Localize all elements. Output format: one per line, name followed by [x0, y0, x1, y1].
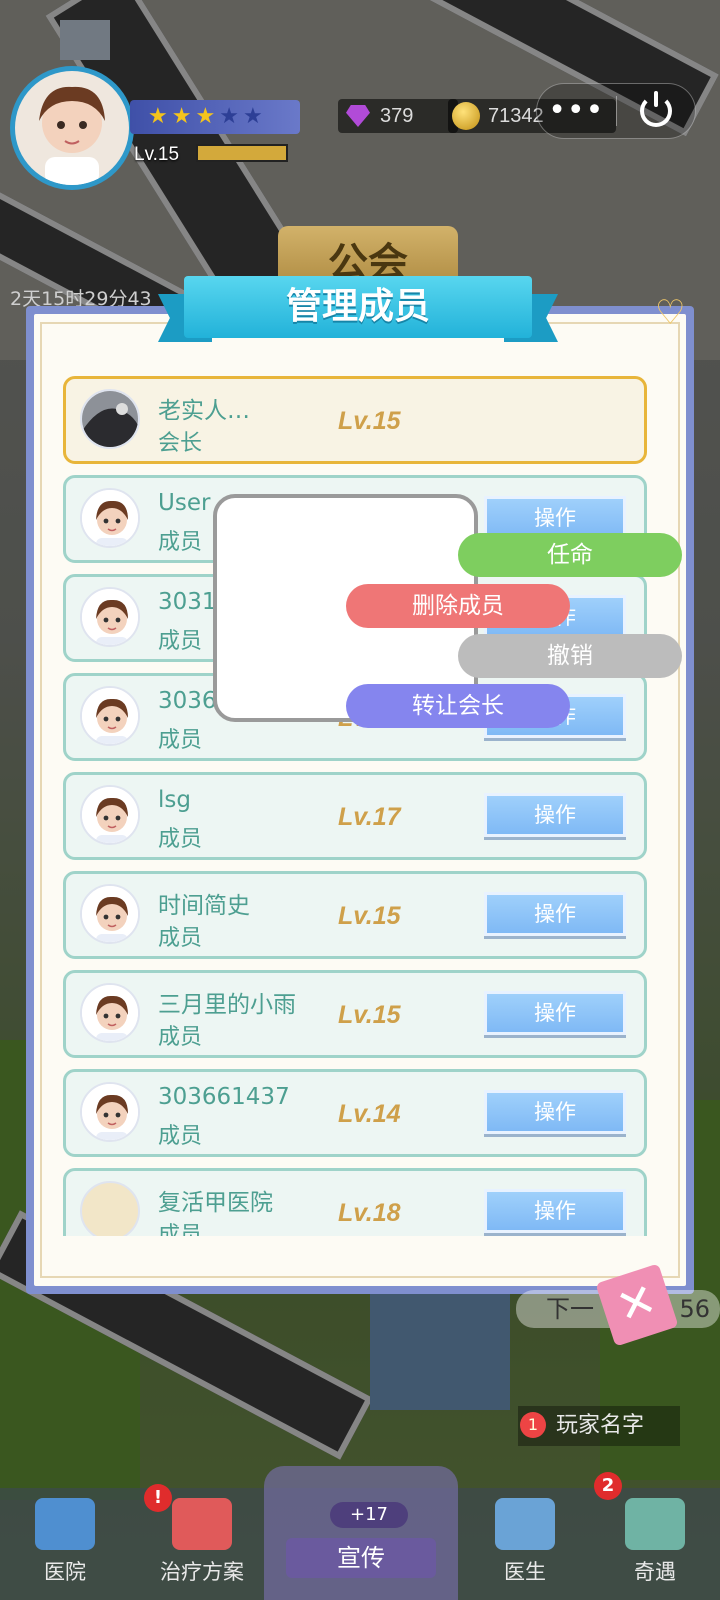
operate-button[interactable]: 操作: [484, 793, 626, 837]
tab-label: 奇遇: [634, 1560, 676, 1584]
member-row[interactable]: 复活甲医院 成员 Lv.18 操作: [63, 1168, 647, 1236]
delete-member-button[interactable]: 删除成员: [346, 584, 570, 628]
member-role: 成员: [158, 629, 203, 654]
next-value: 56: [679, 1295, 710, 1323]
member-role: 成员: [158, 1025, 203, 1050]
member-avatar: [80, 1181, 140, 1236]
treatment-alert-badge: !: [144, 1484, 172, 1512]
tab-label: 治疗方案: [160, 1560, 244, 1584]
power-icon: [639, 91, 672, 127]
operate-button[interactable]: 操作: [484, 1090, 626, 1134]
player-level: Lv.15: [134, 144, 180, 165]
member-row-leader[interactable]: 老实人… 会长 Lv.15: [63, 376, 647, 464]
member-level: Lv.14: [338, 1100, 401, 1128]
member-role: 成员: [158, 926, 203, 951]
member-level: Lv.17: [338, 803, 401, 831]
star-icon: ★: [148, 104, 168, 129]
star-rating: ★ ★ ★ ★ ★: [130, 100, 300, 134]
player-avatar[interactable]: [10, 66, 134, 190]
tab-miracle[interactable]: 奇遇: [600, 1492, 710, 1598]
member-avatar: [80, 785, 140, 845]
member-role: 会长: [158, 431, 203, 456]
member-name: User: [158, 490, 211, 516]
member-role: 成员: [158, 728, 203, 753]
member-avatar: [80, 686, 140, 746]
panel-title-ribbon: 管理成员: [158, 276, 558, 346]
exit-button[interactable]: [617, 91, 696, 127]
member-avatar: [80, 1082, 140, 1142]
building-icon: [625, 1498, 685, 1550]
member-level: Lv.18: [338, 1199, 401, 1227]
gem-icon: [346, 105, 370, 127]
hospital-icon: [35, 1498, 95, 1550]
tab-label: 医院: [44, 1560, 86, 1584]
star-icon: ★: [171, 104, 192, 129]
member-name: 3031: [158, 589, 217, 615]
member-row[interactable]: 时间简史 成员 Lv.15 操作: [63, 871, 647, 959]
next-label: 下一: [546, 1295, 594, 1323]
member-avatar: [80, 488, 140, 548]
member-avatar: [80, 983, 140, 1043]
member-role: 成员: [158, 530, 203, 555]
member-name: lsg: [158, 787, 191, 813]
member-avatar: [80, 389, 140, 449]
panel-title: 管理成员: [184, 276, 532, 338]
tab-hospital[interactable]: 医院: [10, 1492, 120, 1598]
miracle-badge: 2: [594, 1472, 622, 1500]
member-row[interactable]: lsg 成员 Lv.17 操作: [63, 772, 647, 860]
member-role: 成员: [158, 1223, 203, 1236]
star-icon: ★: [242, 104, 263, 129]
transfer-leader-button[interactable]: 转让会长: [346, 684, 570, 728]
medkit-icon: [172, 1498, 232, 1550]
member-level: Lv.15: [338, 902, 401, 930]
star-icon: ★: [219, 104, 239, 129]
member-name: 三月里的小雨: [158, 992, 296, 1018]
member-level: Lv.15: [338, 1001, 401, 1029]
more-button[interactable]: •••: [537, 96, 616, 126]
mini-program-capsule: •••: [536, 83, 696, 139]
gem-counter[interactable]: 379: [338, 99, 458, 133]
star-icon: ★: [195, 104, 216, 129]
rank-medal: 1: [520, 1412, 546, 1438]
tab-label: 医生: [504, 1560, 546, 1584]
revoke-button[interactable]: 撤销: [458, 634, 682, 678]
promote-badge: +17: [330, 1502, 408, 1528]
tab-label: 宣传: [286, 1538, 436, 1578]
tab-doctor[interactable]: 医生: [470, 1492, 580, 1598]
coin-icon: [452, 102, 480, 130]
doctor-icon: [495, 1498, 555, 1550]
heart-icon: ♡: [655, 293, 686, 333]
exp-bar: [196, 144, 288, 162]
member-name: 时间简史: [158, 893, 250, 919]
operate-button[interactable]: 操作: [484, 1189, 626, 1233]
member-avatar: [80, 587, 140, 647]
gem-amount: 379: [380, 104, 414, 127]
operate-button[interactable]: 操作: [484, 991, 626, 1035]
operate-button[interactable]: 操作: [484, 892, 626, 936]
appoint-button[interactable]: 任命: [458, 533, 682, 577]
member-avatar: [80, 884, 140, 944]
member-row[interactable]: 三月里的小雨 成员 Lv.15 操作: [63, 970, 647, 1058]
member-name: 老实人…: [158, 398, 250, 424]
member-role: 成员: [158, 827, 203, 852]
member-role: 成员: [158, 1124, 203, 1149]
member-level: Lv.15: [338, 407, 401, 435]
member-name: 303661437: [158, 1084, 290, 1110]
member-row[interactable]: 303661437 成员 Lv.14 操作: [63, 1069, 647, 1157]
tab-promote[interactable]: 宣传: [264, 1466, 458, 1600]
member-name: 复活甲医院: [158, 1190, 273, 1216]
